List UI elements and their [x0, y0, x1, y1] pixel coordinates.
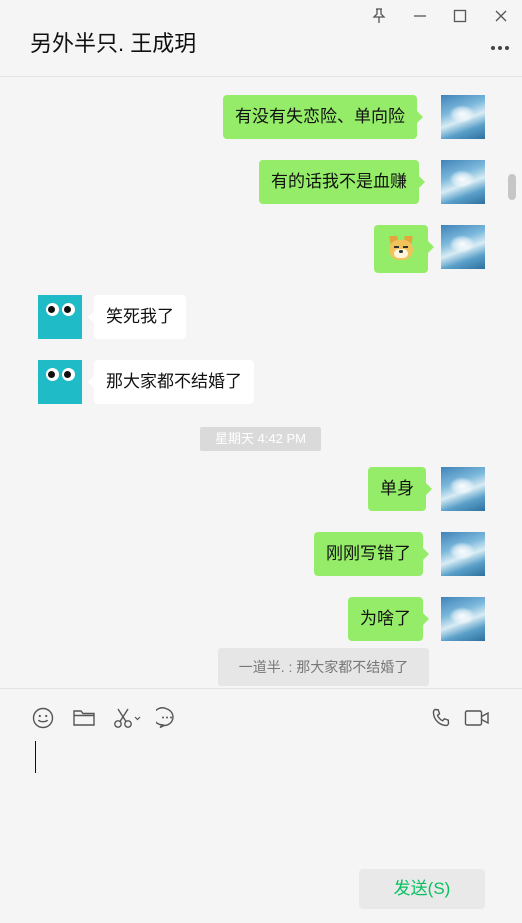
message-bubble-incoming[interactable]: 那大家都不结婚了: [88, 360, 254, 404]
doge-emoji-icon: [387, 236, 415, 262]
my-avatar[interactable]: [441, 532, 485, 576]
contact-avatar[interactable]: [38, 360, 82, 404]
send-button[interactable]: 发送(S): [359, 869, 485, 909]
message-bubble-outgoing[interactable]: 单身: [368, 467, 432, 511]
chat-window: 另外半只. 王成玥 有没有失恋险、单向险 有的话我不是血赚 笑死我了 那大家都不…: [0, 0, 522, 923]
my-avatar[interactable]: [441, 160, 485, 204]
message-timestamp: 星期天 4:42 PM: [200, 427, 321, 451]
close-icon[interactable]: [489, 4, 513, 28]
quoted-message[interactable]: 一道半. : 那大家都不结婚了: [218, 648, 429, 686]
more-horizontal-icon[interactable]: [488, 38, 512, 58]
video-call-icon[interactable]: [463, 706, 491, 730]
message-bubble-outgoing[interactable]: 为啥了: [348, 597, 429, 641]
contact-avatar[interactable]: [38, 295, 82, 339]
input-area: 发送(S): [0, 688, 522, 923]
maximize-icon[interactable]: [448, 4, 472, 28]
my-avatar[interactable]: [441, 467, 485, 511]
chat-title: 另外半只. 王成玥: [30, 31, 197, 56]
phone-icon[interactable]: [428, 706, 454, 730]
message-list[interactable]: 有没有失恋险、单向险 有的话我不是血赚 笑死我了 那大家都不结婚了 星期天 4:: [0, 78, 522, 688]
chat-history-icon[interactable]: [154, 706, 180, 730]
message-bubble-outgoing[interactable]: 刚刚写错了: [314, 532, 429, 576]
minimize-icon[interactable]: [408, 4, 432, 28]
my-avatar[interactable]: [441, 225, 485, 269]
my-avatar[interactable]: [441, 597, 485, 641]
my-avatar[interactable]: [441, 95, 485, 139]
scissors-icon[interactable]: [112, 706, 142, 730]
emoji-icon[interactable]: [30, 706, 56, 730]
message-input[interactable]: [30, 733, 492, 853]
message-bubble-outgoing[interactable]: 有的话我不是血赚: [259, 160, 425, 204]
message-bubble-outgoing[interactable]: 有没有失恋险、单向险: [223, 95, 423, 139]
pin-icon[interactable]: [367, 4, 391, 28]
scrollbar-thumb[interactable]: [508, 174, 516, 200]
message-bubble-incoming[interactable]: 笑死我了: [88, 295, 186, 339]
folder-icon[interactable]: [71, 706, 97, 730]
message-bubble-emoji[interactable]: [374, 225, 434, 273]
title-bar: 另外半只. 王成玥: [0, 0, 522, 77]
